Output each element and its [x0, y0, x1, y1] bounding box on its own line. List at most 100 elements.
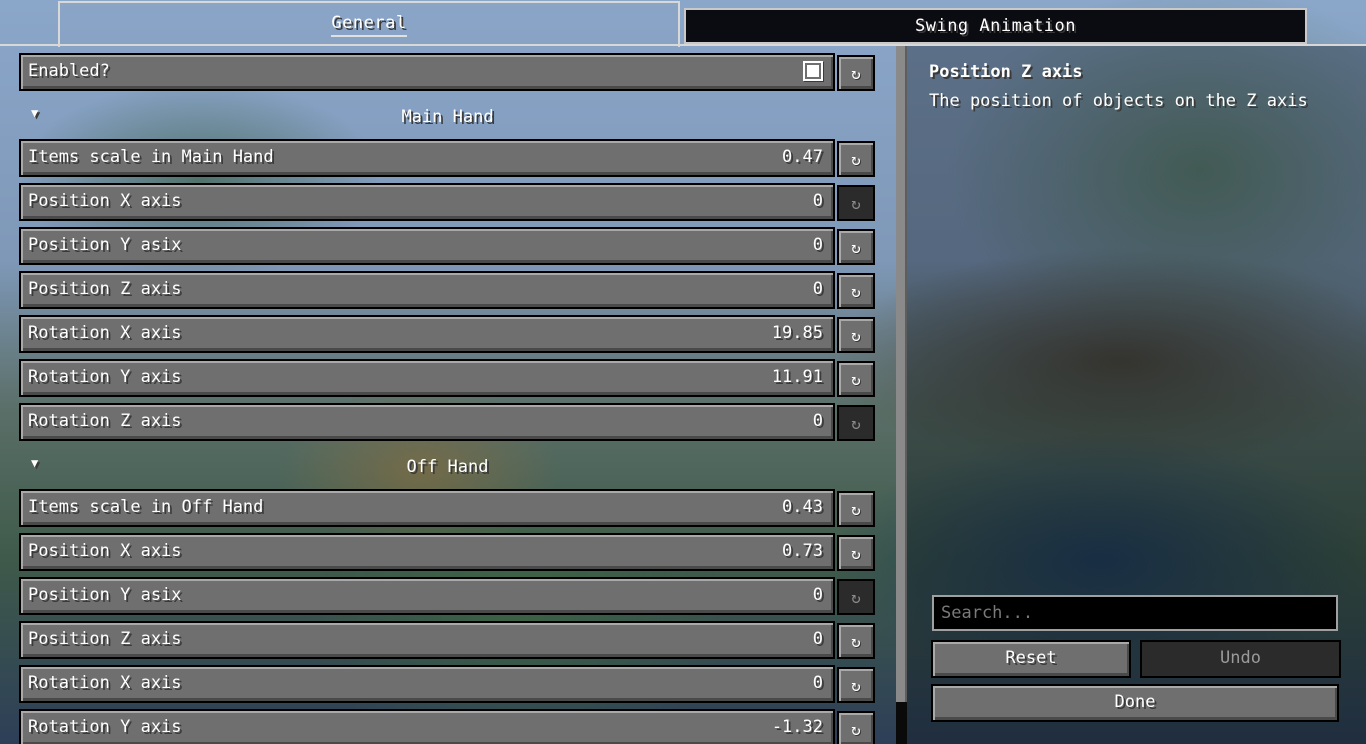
- config-label: Rotation Y axis: [28, 366, 182, 387]
- config-label: Items scale in Off Hand: [28, 496, 264, 517]
- config-slider[interactable]: Position Z axis 0: [19, 271, 835, 309]
- config-value: 11.91: [771, 366, 823, 387]
- enabled-toggle[interactable]: Enabled?: [19, 53, 835, 91]
- config-value: 0.43: [782, 496, 823, 517]
- reset-icon: ↻: [851, 369, 861, 389]
- config-label: Items scale in Main Hand: [28, 146, 274, 167]
- config-row: Items scale in Main Hand 0.47 ↻: [19, 139, 876, 177]
- config-value: 0.47: [782, 146, 823, 167]
- config-value: 0.73: [782, 540, 823, 561]
- config-row: Position X axis 0.73 ↻: [19, 533, 876, 571]
- row-reset-button[interactable]: ↻: [837, 317, 875, 353]
- section-header-off-hand[interactable]: ▼ Off Hand: [19, 454, 876, 484]
- config-row: Position Z axis 0 ↻: [19, 621, 876, 659]
- config-slider[interactable]: Position Z axis 0: [19, 621, 835, 659]
- config-slider[interactable]: Rotation Z axis 0: [19, 403, 835, 441]
- config-value: 0: [812, 672, 823, 693]
- config-value: 0: [812, 278, 823, 299]
- config-label: Position Z axis: [28, 628, 182, 649]
- reset-icon: ↻: [851, 499, 861, 519]
- row-reset-button[interactable]: ↻: [837, 229, 875, 265]
- undo-button[interactable]: Undo: [1140, 640, 1341, 678]
- row-reset-button[interactable]: ↻: [837, 273, 875, 309]
- row-reset-button[interactable]: ↻: [837, 185, 875, 221]
- config-value: 0: [812, 628, 823, 649]
- reset-icon: ↻: [851, 149, 861, 169]
- checkbox-check-mark: [807, 64, 819, 77]
- config-row: Rotation X axis 0 ↻: [19, 665, 876, 703]
- tabbar-divider: [0, 44, 1366, 46]
- config-label: Rotation X axis: [28, 322, 182, 343]
- tab-general-label: General: [331, 13, 407, 37]
- config-value: -1.32: [771, 716, 823, 737]
- config-row: Position Z axis 0 ↻: [19, 271, 876, 309]
- search-input[interactable]: [932, 595, 1338, 631]
- config-row: Position Y asix 0 ↻: [19, 577, 876, 615]
- reset-icon: ↻: [851, 719, 861, 739]
- config-row: Items scale in Off Hand 0.43 ↻: [19, 489, 876, 527]
- config-slider[interactable]: Items scale in Off Hand 0.43: [19, 489, 835, 527]
- row-reset-button[interactable]: ↻: [837, 711, 875, 744]
- config-label: Rotation X axis: [28, 672, 182, 693]
- info-title: Position Z axis: [929, 62, 1083, 82]
- config-label: Rotation Y axis: [28, 716, 182, 737]
- reset-button[interactable]: Reset: [931, 640, 1131, 678]
- reset-icon: ↻: [851, 587, 861, 607]
- row-reset-button[interactable]: ↻: [837, 623, 875, 659]
- section-header-main-hand[interactable]: ▼ Main Hand: [19, 104, 876, 134]
- config-slider[interactable]: Rotation Y axis -1.32: [19, 709, 835, 744]
- reset-icon: ↻: [851, 193, 861, 213]
- config-value: 0: [812, 234, 823, 255]
- config-row: Rotation X axis 19.85 ↻: [19, 315, 876, 353]
- config-slider[interactable]: Position X axis 0: [19, 183, 835, 221]
- reset-icon: ↻: [851, 543, 861, 563]
- row-reset-button[interactable]: ↻: [837, 579, 875, 615]
- tab-swing-animation[interactable]: Swing Animation: [684, 8, 1307, 44]
- tab-swing-animation-label: Swing Animation: [914, 16, 1077, 36]
- enabled-row: Enabled? ↻: [19, 53, 876, 91]
- section-title: Off Hand: [406, 457, 489, 477]
- config-slider[interactable]: Position X axis 0.73: [19, 533, 835, 571]
- config-label: Position Y asix: [28, 584, 182, 605]
- config-value: 0: [812, 190, 823, 211]
- reset-icon: ↻: [851, 281, 861, 301]
- info-description: The position of objects on the Z axis: [929, 91, 1308, 111]
- config-slider[interactable]: Position Y asix 0: [19, 227, 835, 265]
- config-slider[interactable]: Rotation X axis 0: [19, 665, 835, 703]
- row-reset-button[interactable]: ↻: [837, 405, 875, 441]
- tab-general[interactable]: General: [58, 1, 680, 47]
- reset-icon: ↻: [851, 63, 861, 83]
- row-reset-button[interactable]: ↻: [837, 141, 875, 177]
- reset-icon: ↻: [851, 631, 861, 651]
- config-value: 0: [812, 410, 823, 431]
- config-slider[interactable]: Rotation Y axis 11.91: [19, 359, 835, 397]
- undo-button-label: Undo: [1220, 647, 1261, 668]
- reset-icon: ↻: [851, 325, 861, 345]
- config-value: 0: [812, 584, 823, 605]
- row-reset-button[interactable]: ↻: [837, 667, 875, 703]
- config-row: Rotation Z axis 0 ↻: [19, 403, 876, 441]
- scrollbar-thumb[interactable]: [896, 46, 907, 702]
- row-reset-button[interactable]: ↻: [837, 361, 875, 397]
- config-row: Rotation Y axis 11.91 ↻: [19, 359, 876, 397]
- enabled-checkbox[interactable]: [803, 60, 823, 81]
- config-row: Position Y asix 0 ↻: [19, 227, 876, 265]
- reset-icon: ↻: [851, 237, 861, 257]
- reset-icon: ↻: [851, 413, 861, 433]
- config-label: Position Z axis: [28, 278, 182, 299]
- config-value: 19.85: [771, 322, 823, 343]
- config-label: Rotation Z axis: [28, 410, 182, 431]
- config-slider[interactable]: Rotation X axis 19.85: [19, 315, 835, 353]
- config-label: Position X axis: [28, 540, 182, 561]
- config-slider[interactable]: Items scale in Main Hand 0.47: [19, 139, 835, 177]
- done-button[interactable]: Done: [931, 684, 1339, 722]
- config-row: Position X axis 0 ↻: [19, 183, 876, 221]
- enabled-label: Enabled?: [28, 60, 110, 81]
- enabled-reset-button[interactable]: ↻: [837, 55, 875, 91]
- row-reset-button[interactable]: ↻: [837, 491, 875, 527]
- done-button-label: Done: [1114, 691, 1156, 712]
- config-slider[interactable]: Position Y asix 0: [19, 577, 835, 615]
- reset-icon: ↻: [851, 675, 861, 695]
- config-label: Position Y asix: [28, 234, 182, 255]
- row-reset-button[interactable]: ↻: [837, 535, 875, 571]
